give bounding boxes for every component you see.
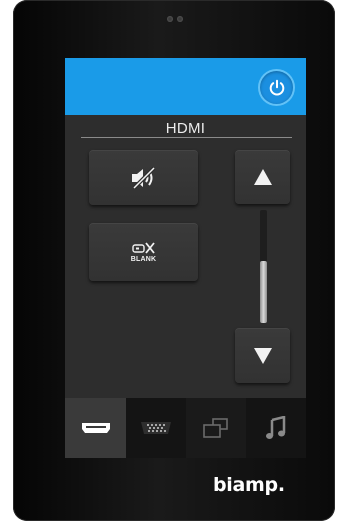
power-icon bbox=[269, 79, 284, 96]
blank-label: BLANK bbox=[130, 256, 157, 263]
brand-logo: biamp. bbox=[213, 474, 285, 496]
title-divider bbox=[81, 137, 292, 138]
vga-port-icon bbox=[141, 422, 171, 434]
touch-screen: HDMI BLANK bbox=[65, 58, 306, 458]
tab-hdmi[interactable] bbox=[65, 398, 126, 458]
camera-lens-right bbox=[177, 16, 183, 22]
volume-up-button[interactable] bbox=[235, 150, 290, 204]
source-title: HDMI bbox=[165, 120, 206, 137]
volume-slider[interactable] bbox=[260, 210, 267, 323]
blank-button[interactable]: BLANK bbox=[89, 223, 198, 281]
hdmi-port-icon bbox=[81, 423, 110, 433]
camera-lens-left bbox=[167, 16, 173, 22]
music-note-icon bbox=[266, 416, 286, 439]
volume-level-fill bbox=[260, 260, 267, 323]
tab-audio[interactable] bbox=[246, 398, 306, 458]
mute-button[interactable] bbox=[89, 150, 198, 205]
tab-vga[interactable] bbox=[126, 398, 186, 458]
triangle-up-icon bbox=[253, 169, 272, 185]
power-button[interactable] bbox=[260, 71, 293, 104]
video-blank-icon bbox=[131, 242, 155, 254]
speaker-mute-icon bbox=[131, 166, 155, 189]
volume-down-button[interactable] bbox=[235, 328, 290, 383]
tab-multi-window[interactable] bbox=[186, 398, 246, 458]
triangle-down-icon bbox=[253, 347, 272, 364]
multi-window-icon bbox=[203, 418, 228, 438]
source-tab-bar bbox=[65, 398, 306, 458]
top-bar bbox=[65, 58, 306, 115]
